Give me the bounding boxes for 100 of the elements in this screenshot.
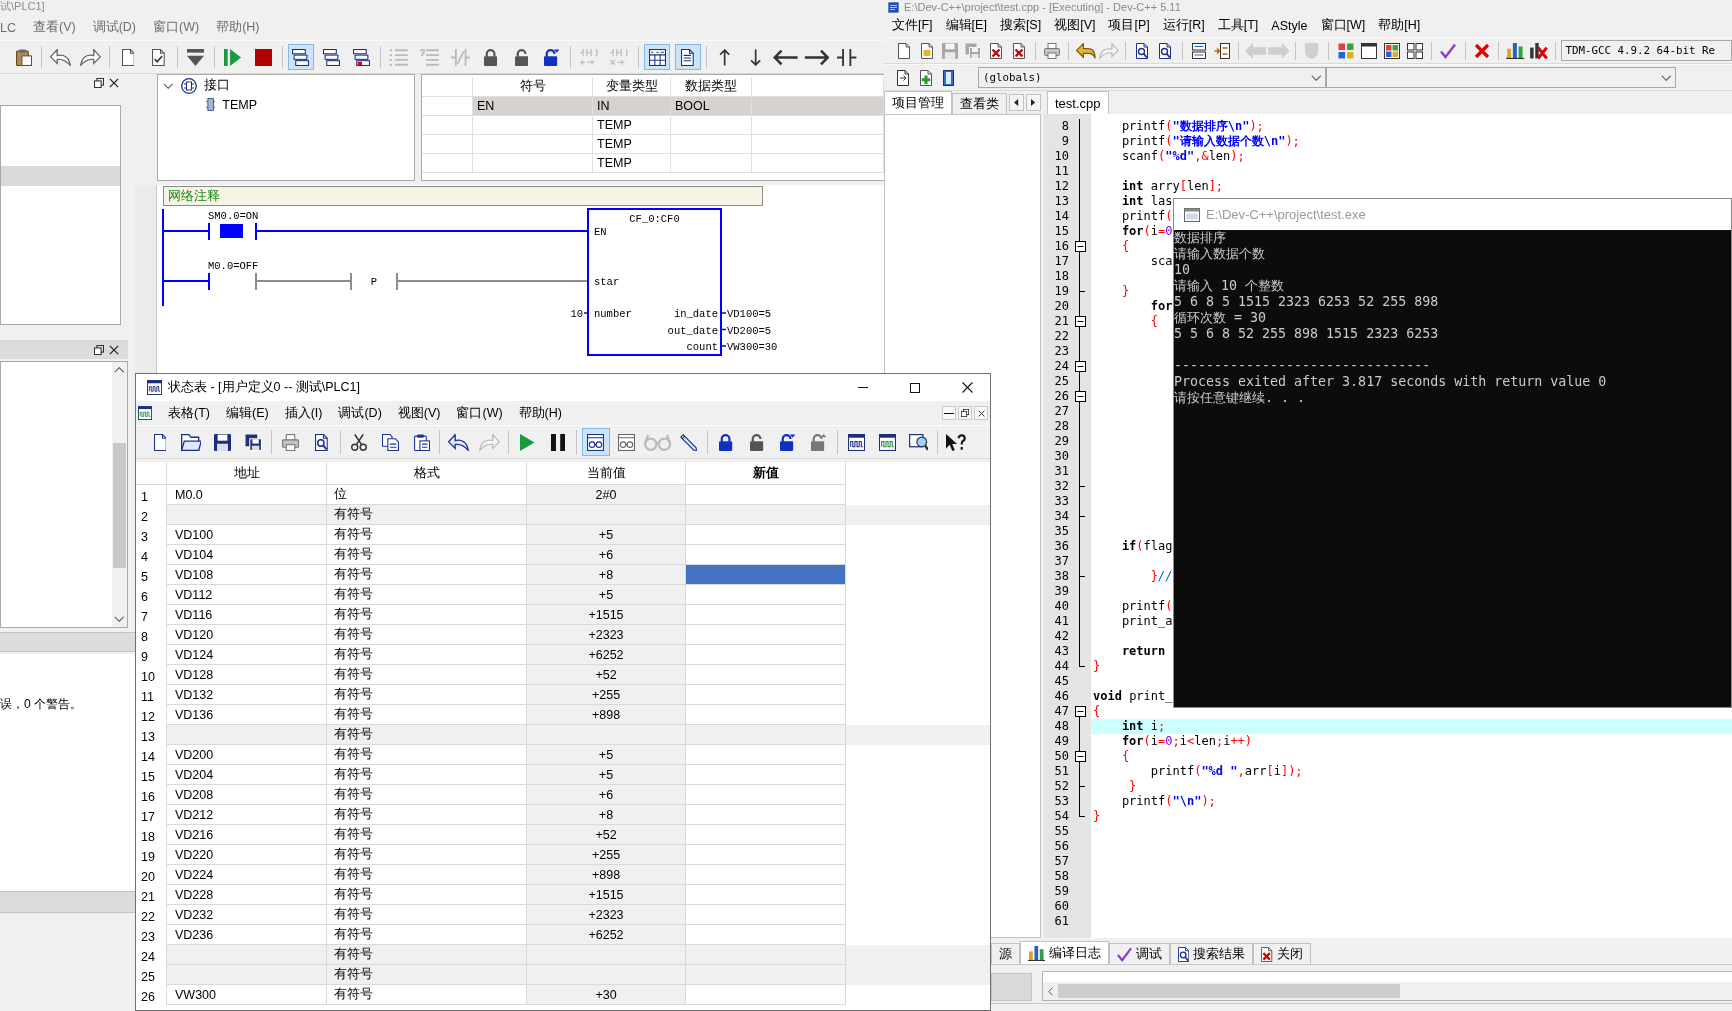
- scrollbar[interactable]: [112, 362, 127, 627]
- menu-item[interactable]: 搜索[S]: [999, 17, 1042, 34]
- line-number: 45: [1054, 674, 1069, 689]
- menu-item[interactable]: 帮助[H]: [1378, 17, 1421, 34]
- tab[interactable]: 搜索结果: [1170, 943, 1254, 964]
- ladder-icon: [579, 48, 599, 66]
- menu-item[interactable]: 窗口[W]: [1320, 17, 1366, 34]
- clipboard-icon: [412, 433, 430, 451]
- lock-icon: [544, 48, 560, 66]
- scroll-right-button[interactable]: [1026, 94, 1041, 111]
- code-line: printf("\n");: [1120, 794, 1216, 809]
- play-icon: [519, 433, 535, 451]
- document-icon: [153, 433, 167, 451]
- toolbar-button[interactable]: [644, 44, 671, 70]
- tree-item[interactable]: TEMP: [222, 97, 257, 112]
- console-line: 请按任意键继续. . .: [1174, 390, 1306, 406]
- menu-item[interactable]: 表格(T): [168, 404, 210, 422]
- circled-chip-icon: [180, 77, 197, 94]
- collapse-icon[interactable]: [1074, 241, 1086, 252]
- collapse-icon[interactable]: [1074, 391, 1086, 402]
- menu-item[interactable]: LC: [0, 20, 16, 35]
- table-cell: +52: [527, 825, 686, 845]
- document-search-icon: [1159, 42, 1172, 59]
- window-title: 状态表 - [用户定义0 -- 测试\PLC1]: [168, 379, 361, 396]
- tab[interactable]: 源: [991, 943, 1020, 964]
- collapse-icon[interactable]: [1074, 316, 1086, 327]
- scroll-left-button[interactable]: [1009, 94, 1024, 111]
- chart-window-icon: [879, 433, 896, 451]
- menu-item[interactable]: 工具[T]: [1217, 17, 1259, 34]
- restore-button[interactable]: [958, 406, 972, 420]
- menu-item[interactable]: 视图(V): [397, 404, 441, 422]
- tab[interactable]: 项目管理: [884, 91, 952, 114]
- document-check-icon: [152, 48, 165, 66]
- printer-icon: [1044, 42, 1061, 59]
- line-number: 35: [1054, 524, 1069, 539]
- toolbar-button[interactable]: [674, 44, 701, 70]
- minimize-button[interactable]: [942, 406, 956, 420]
- code-line: {: [1149, 314, 1159, 329]
- menu-item[interactable]: 视图[V]: [1054, 17, 1096, 34]
- menu-item[interactable]: 项目[P]: [1108, 17, 1150, 34]
- compiler-select[interactable]: TDM-GCC 4.9.2 64-bit Re: [1560, 40, 1732, 61]
- collapse-icon[interactable]: [1074, 706, 1086, 717]
- menu-item[interactable]: 窗口(W): [456, 404, 503, 422]
- chevron-up-icon[interactable]: [114, 367, 125, 373]
- arrow-left-icon: [1244, 42, 1267, 59]
- chevron-left-icon[interactable]: [1048, 986, 1054, 996]
- collapse-icon[interactable]: [1074, 751, 1086, 762]
- menu-item[interactable]: 帮助(H): [518, 404, 562, 422]
- code-line: void print_: [1093, 689, 1173, 704]
- pin-value: 10: [570, 308, 583, 320]
- line-number: 43: [1054, 644, 1069, 659]
- menu-item[interactable]: 编辑(E): [225, 404, 269, 422]
- restore-icon[interactable]: [94, 344, 104, 355]
- line-number: 13: [1054, 194, 1069, 209]
- close-icon[interactable]: [109, 78, 119, 88]
- edge-label: P: [370, 276, 378, 288]
- table-cell[interactable]: VW300: [167, 985, 327, 1005]
- save-icon: [964, 42, 981, 59]
- row-number: 25: [136, 965, 167, 985]
- code-line: }: [1128, 779, 1137, 794]
- menu-item[interactable]: 编辑[E]: [945, 17, 987, 34]
- menu-item[interactable]: 调试(D): [338, 404, 382, 422]
- line-number: 31: [1054, 464, 1069, 479]
- menu-item[interactable]: AStyle: [1271, 18, 1308, 33]
- code-line: scanf("%d",&len);: [1120, 149, 1245, 164]
- scrollbar-thumb[interactable]: [113, 443, 126, 568]
- console-line: 请输入数据个数: [1174, 246, 1265, 262]
- menu-item[interactable]: 查看(V): [33, 19, 76, 36]
- window-title: E:\Dev-C++\project\test.cpp - [Executing] - Dev-C++ 5.11: [904, 1, 1181, 13]
- close-icon[interactable]: [109, 344, 119, 355]
- selected-cell[interactable]: [686, 565, 846, 585]
- indent-icon: [1213, 42, 1230, 59]
- tab[interactable]: 调试: [1109, 943, 1171, 964]
- tab[interactable]: test.cpp: [1047, 91, 1109, 114]
- table-cell[interactable]: [686, 985, 846, 1005]
- tab[interactable]: 编译日志: [1020, 941, 1110, 964]
- document-close-icon: [989, 42, 1002, 59]
- document-plus-icon: [919, 69, 932, 86]
- collapse-icon[interactable]: [1074, 361, 1086, 372]
- menu-item[interactable]: 窗口(W): [153, 19, 200, 36]
- restore-icon[interactable]: [94, 78, 104, 88]
- table-cell[interactable]: 有符号: [327, 985, 527, 1005]
- chart-icon: [1529, 42, 1548, 59]
- scrollbar[interactable]: [1043, 982, 1732, 1000]
- tab[interactable]: 关闭: [1253, 943, 1311, 964]
- chevron-down-icon[interactable]: [114, 616, 125, 622]
- chevron-down-icon[interactable]: [163, 82, 174, 89]
- tab[interactable]: 查看类: [952, 93, 1007, 114]
- menu-item[interactable]: 帮助(H): [216, 19, 260, 36]
- scrollbar-thumb[interactable]: [1058, 984, 1401, 998]
- toolbar-button[interactable]: [581, 428, 610, 456]
- line-number: 29: [1054, 434, 1069, 449]
- close-button[interactable]: [974, 406, 988, 420]
- scope-select[interactable]: (globals): [978, 67, 1326, 88]
- tree-item[interactable]: 接口: [203, 77, 230, 94]
- menu-item[interactable]: 文件[F]: [892, 17, 933, 34]
- toolbar-button[interactable]: [287, 44, 314, 70]
- menu-item[interactable]: 调试(D): [92, 19, 136, 36]
- menu-item[interactable]: 插入(I): [284, 404, 323, 422]
- menu-item[interactable]: 运行[R]: [1162, 17, 1205, 34]
